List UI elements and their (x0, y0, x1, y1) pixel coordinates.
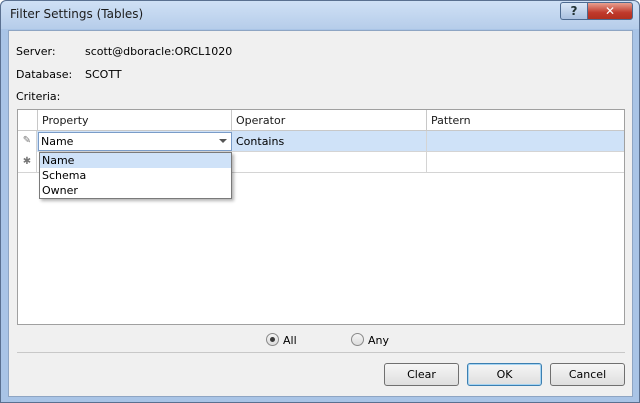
criteria-label: Criteria: (16, 90, 61, 103)
pattern-cell[interactable] (427, 131, 624, 152)
edit-row-icon: ✎ (18, 131, 37, 152)
property-dropdown-list[interactable]: Name Schema Owner (39, 152, 232, 199)
grid-corner-header (18, 110, 38, 131)
column-header-property[interactable]: Property (38, 110, 232, 131)
match-any-label[interactable]: Any (368, 334, 389, 347)
match-any-radio[interactable] (351, 333, 364, 346)
dropdown-option-schema[interactable]: Schema (40, 168, 231, 183)
dropdown-option-name[interactable]: Name (40, 153, 231, 168)
property-combobox[interactable]: Name (38, 132, 232, 151)
column-header-operator[interactable]: Operator (232, 110, 427, 131)
server-label: Server: (16, 45, 56, 58)
property-combobox-value: Name (41, 135, 74, 148)
database-value: SCOTT (85, 68, 122, 81)
operator-cell[interactable]: Contains (232, 131, 427, 152)
divider (17, 352, 625, 353)
operator-cell[interactable] (232, 152, 427, 173)
pattern-cell[interactable] (427, 152, 624, 173)
cancel-button[interactable]: Cancel (550, 363, 625, 386)
server-value: scott@dboracle:ORCL1020 (85, 45, 233, 58)
criteria-grid[interactable]: Property Operator Pattern ✎ Contains ✱ N… (17, 109, 625, 325)
help-button[interactable]: ? (560, 2, 587, 20)
database-label: Database: (16, 68, 73, 81)
dialog-window: Filter Settings (Tables) ? ✕ Server: sco… (0, 0, 640, 403)
window-title: Filter Settings (Tables) (10, 7, 144, 21)
new-row-icon: ✱ (18, 152, 37, 173)
match-all-label[interactable]: All (283, 334, 297, 347)
clear-button[interactable]: Clear (384, 363, 459, 386)
ok-button[interactable]: OK (467, 363, 542, 386)
column-header-pattern[interactable]: Pattern (427, 110, 624, 131)
dropdown-option-owner[interactable]: Owner (40, 183, 231, 198)
chevron-down-icon[interactable] (219, 139, 227, 143)
close-button[interactable]: ✕ (587, 2, 633, 20)
dialog-body: Server: scott@dboracle:ORCL1020 Database… (8, 30, 633, 397)
match-all-radio[interactable] (266, 333, 279, 346)
title-bar[interactable]: Filter Settings (Tables) ? ✕ (1, 1, 639, 29)
